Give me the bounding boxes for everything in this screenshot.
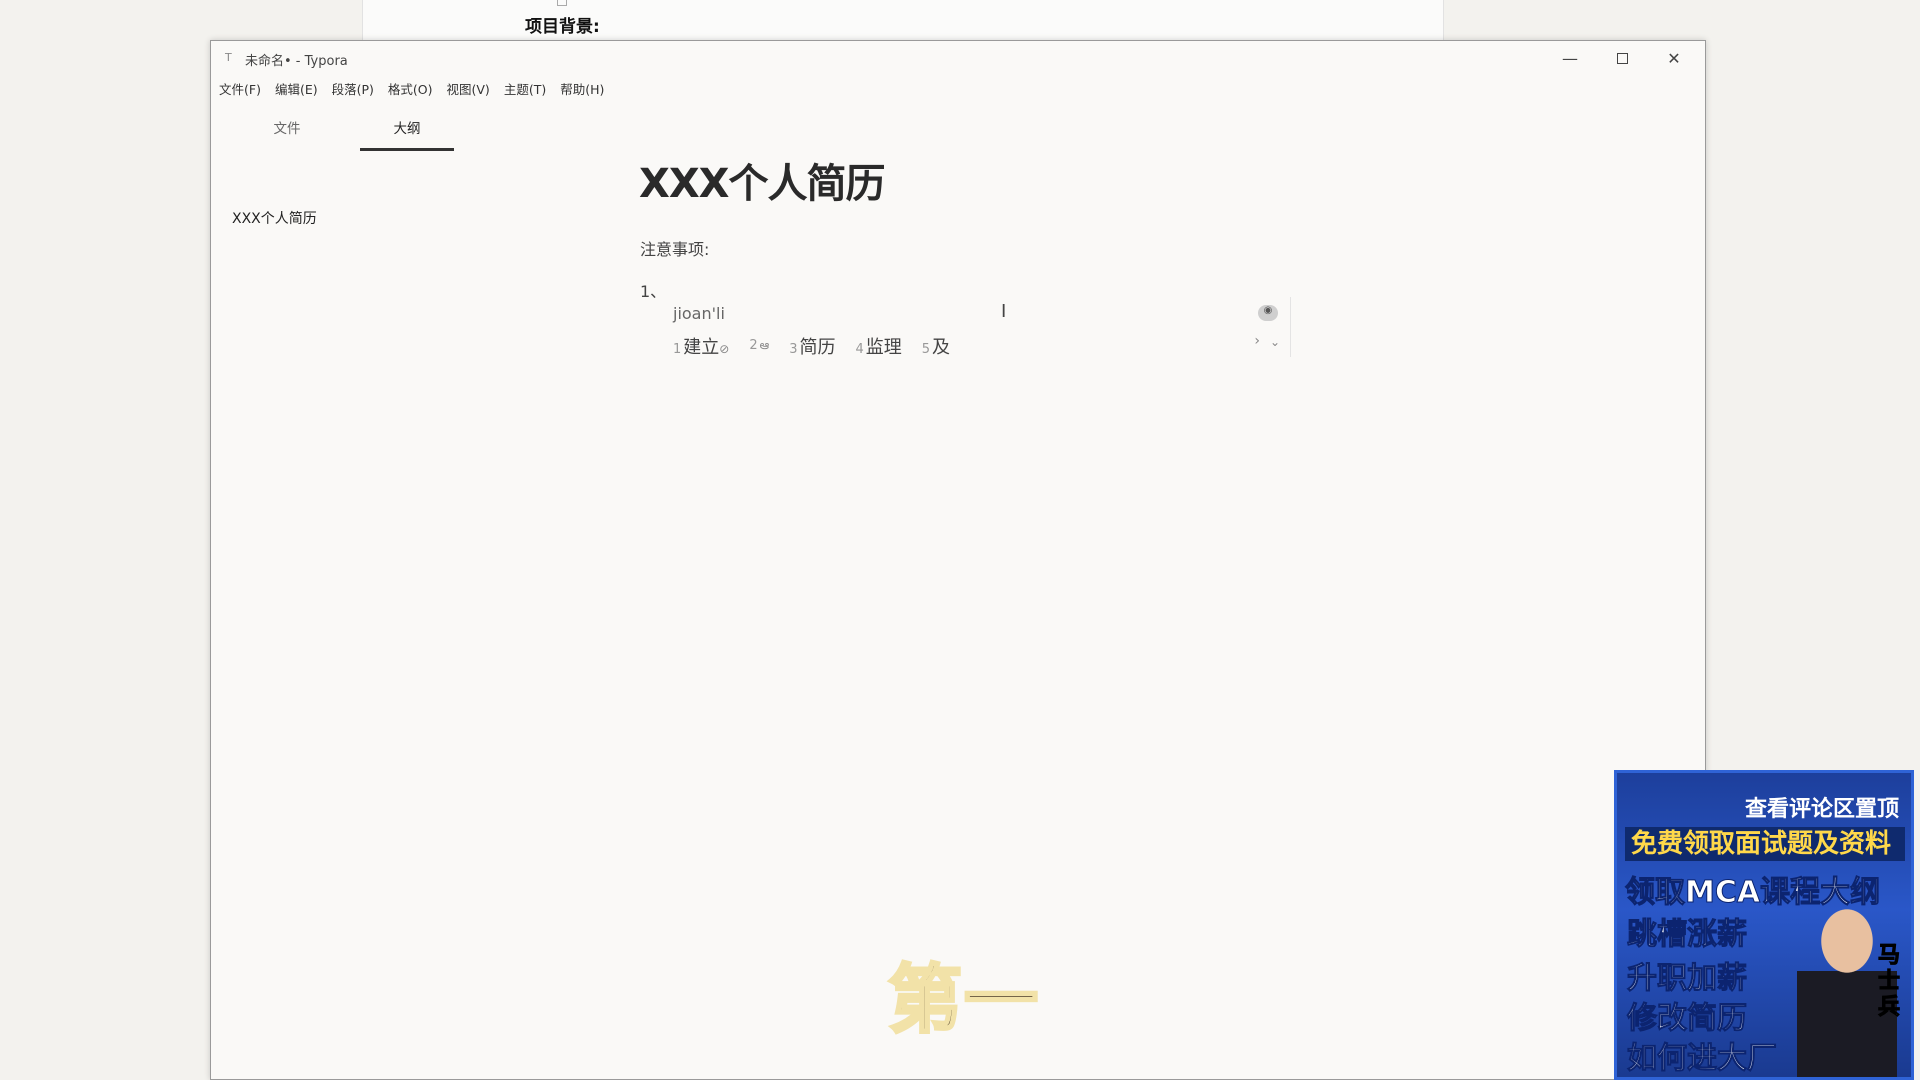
menu-file[interactable]: 文件(F) (219, 79, 261, 101)
maximize-button[interactable] (1597, 41, 1647, 75)
promo-item: 升职加薪 (1627, 961, 1748, 997)
outline-item[interactable]: XXX个人简历 (232, 208, 317, 228)
menu-bar: 文件(F) 编辑(E) 段落(P) 格式(O) 视图(V) 主题(T) 帮助(H… (219, 79, 604, 101)
promo-item: 如何进大厂 (1627, 1041, 1778, 1077)
ime-candidate[interactable]: 1 建立⊘ (673, 333, 729, 359)
sidebar-tabs: 文件 大纲 (211, 113, 511, 151)
typora-app-icon: T (225, 51, 232, 64)
ime-candidate-panel: jioan'li I ◉ 1 建立⊘ 2ఆ 3 简历 4 监理 5及 › ⌄ (673, 297, 1291, 359)
maximize-icon (1616, 52, 1628, 64)
background-document: 项目背景: (362, 0, 1444, 44)
ime-next-page-icon[interactable]: › (1254, 333, 1260, 349)
background-doc-heading: 项目背景: (525, 17, 600, 37)
menu-paragraph[interactable]: 段落(P) (332, 79, 374, 101)
ime-candidate[interactable]: 3 简历 (789, 333, 835, 359)
ime-candidate[interactable]: 2ఆ (749, 333, 769, 359)
menu-help[interactable]: 帮助(H) (560, 79, 604, 101)
menu-view[interactable]: 视图(V) (447, 79, 490, 101)
emoji-candidate-icon: ఆ (759, 338, 770, 352)
minimize-button[interactable]: — (1545, 41, 1595, 75)
menu-format[interactable]: 格式(O) (388, 79, 433, 101)
notes-label[interactable]: 注意事项: (640, 236, 709, 260)
background-cursor-marker (557, 0, 567, 6)
video-subtitle: 第一 (887, 956, 1040, 1045)
ime-expand-icon[interactable]: ⌄ (1270, 335, 1280, 349)
emoji-candidate-icon: ⊘ (719, 342, 730, 356)
promo-item: 修改简历 (1627, 1001, 1748, 1037)
typora-window: T 未命名• - Typora — ✕ 文件(F) 编辑(E) 段落(P) 格式… (210, 40, 1706, 1080)
tab-files[interactable]: 文件 (240, 113, 334, 151)
sidebar: 文件 大纲 XXX个人简历 (211, 113, 511, 1079)
ime-mascot-icon[interactable]: ◉ (1258, 305, 1278, 321)
text-cursor-icon: I (1001, 301, 1007, 322)
presenter-name: 马士兵 (1877, 943, 1900, 1021)
minimize-icon: — (1562, 48, 1578, 68)
tab-outline[interactable]: 大纲 (360, 113, 454, 151)
close-button[interactable]: ✕ (1649, 41, 1699, 75)
title-bar[interactable]: T 未命名• - Typora — ✕ (211, 41, 1705, 77)
close-icon: ✕ (1667, 48, 1681, 68)
ime-candidate[interactable]: 5及 (922, 333, 950, 359)
window-title: 未命名• - Typora (245, 54, 348, 69)
document-heading[interactable]: XXX个人简历 (639, 151, 886, 209)
promo-headline: 查看评论区置顶 (1744, 797, 1899, 822)
ime-pinyin-input: jioan'li (673, 304, 725, 323)
promo-item: 跳槽涨薪 (1627, 917, 1748, 953)
menu-theme[interactable]: 主题(T) (504, 79, 546, 101)
list-item-number[interactable]: 1、 (640, 278, 666, 302)
menu-edit[interactable]: 编辑(E) (275, 79, 318, 101)
ime-candidate-list: 1 建立⊘ 2ఆ 3 简历 4 监理 5及 (673, 333, 970, 359)
promo-line: 免费领取面试题及资料 (1625, 827, 1905, 861)
promo-banner[interactable]: 查看评论区置顶 免费领取面试题及资料 领取MCA课程大纲 跳槽涨薪 升职加薪 修… (1614, 770, 1914, 1080)
ime-candidate[interactable]: 4 监理 (855, 333, 901, 359)
